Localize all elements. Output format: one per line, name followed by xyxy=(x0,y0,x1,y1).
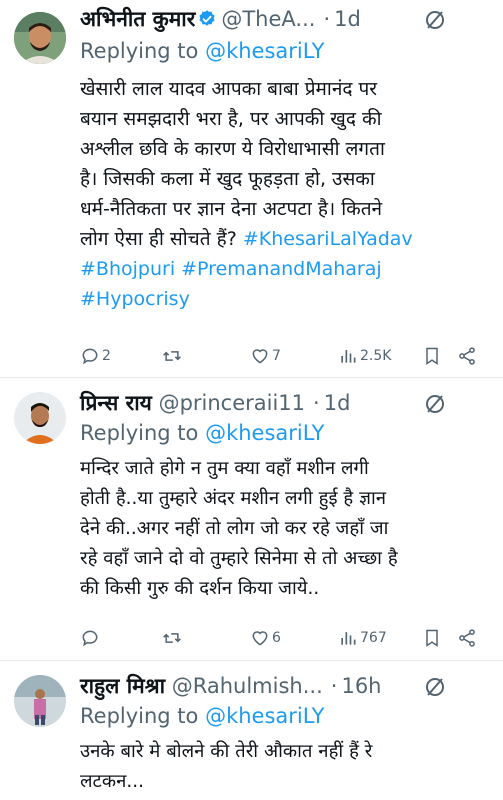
bookmark-icon xyxy=(426,629,438,647)
replying-to: Replying to @khesariLY xyxy=(80,36,325,66)
view-count: 2.5K xyxy=(360,348,392,364)
replying-to-mention[interactable]: @khesariLY xyxy=(205,39,324,63)
tweet-text-line: अश्लील छवि के कारण ये विरोधाभासी लगता xyxy=(80,138,385,160)
heart-icon xyxy=(252,631,268,646)
tweet-text: मन्दिर जाते होगे न तुम क्या वहाँ मशीन लग… xyxy=(80,454,492,604)
author-name[interactable]: अभिनीत कुमार xyxy=(80,7,195,31)
retweet-icon xyxy=(163,633,181,643)
like-button[interactable]: 6 xyxy=(250,626,281,650)
tweet-1[interactable]: अभिनीत कुमार @TheA... · 1d Replying to @khe… xyxy=(0,0,503,378)
hashtag-link[interactable]: #KhesariLalYadav xyxy=(243,228,413,250)
tweet-text-fragment: लोग ऐसा ही सोचते हैं? xyxy=(80,228,243,250)
tweet-time[interactable]: 1d xyxy=(324,391,351,415)
reply-icon xyxy=(82,630,98,647)
tweet-2[interactable]: प्रिन्स राय @princeraii11 · 1d Replying to… xyxy=(0,378,503,661)
avatar-image xyxy=(14,675,66,727)
tweet-text-line: लटकन... xyxy=(80,771,144,792)
tweet-text-line: है। जिसकी कला में खुद फूहड़ता हो, उसका xyxy=(80,168,375,190)
views-button[interactable]: 767 xyxy=(338,626,387,650)
view-count: 767 xyxy=(360,630,387,646)
grok-icon[interactable] xyxy=(423,392,447,416)
share-button[interactable] xyxy=(457,344,477,368)
author-handle[interactable]: @princeraii11 xyxy=(159,391,305,415)
retweet-button[interactable] xyxy=(162,344,184,368)
grok-icon[interactable] xyxy=(423,675,447,699)
tweet-time[interactable]: 1d xyxy=(334,7,361,31)
retweet-button[interactable] xyxy=(162,626,184,650)
tweet-text-line: रहे वहाँ जाने दो वो तुम्हारे सिनेमा से त… xyxy=(80,548,398,569)
like-count: 7 xyxy=(272,348,281,364)
replying-to-label: Replying to xyxy=(80,39,206,63)
author-name[interactable]: प्रिन्स राय xyxy=(80,391,152,415)
views-icon xyxy=(341,350,356,363)
tweet-text: उनके बारे मे बोलने की तेरी औकात नहीं हैं… xyxy=(80,737,492,797)
tweet-text-line: बयान समझदारी भरा है, पर आपकी खुद की xyxy=(80,108,382,130)
tweet-actions: 2 7 2.5K xyxy=(80,344,480,368)
replying-to-mention[interactable]: @khesariLY xyxy=(205,421,324,445)
share-button[interactable] xyxy=(457,626,477,650)
avatar-image xyxy=(14,392,66,444)
tweet-text-line: उनके बारे मे बोलने की तेरी औकात नहीं हैं… xyxy=(80,741,373,762)
avatar-image xyxy=(14,12,66,64)
tweet-text-line: धर्म-नैतिकता पर ज्ञान देना अटपटा है। कित… xyxy=(80,198,383,220)
retweet-icon xyxy=(163,351,181,361)
reply-button[interactable] xyxy=(80,626,102,650)
avatar[interactable] xyxy=(14,392,66,444)
heart-icon xyxy=(252,349,268,364)
avatar[interactable] xyxy=(14,12,66,64)
avatar[interactable] xyxy=(14,675,66,727)
tweet-time[interactable]: 16h xyxy=(341,674,381,698)
tweet-text-line: मन्दिर जाते होगे न तुम क्या वहाँ मशीन लग… xyxy=(80,458,369,479)
separator-dot: · xyxy=(313,391,320,415)
replying-to-label: Replying to xyxy=(80,704,206,728)
reply-count: 2 xyxy=(102,348,111,364)
hashtag-link[interactable]: #Hypocrisy xyxy=(80,288,190,310)
tweet-text-line: #Bhojpuri #PremanandMaharaj xyxy=(80,254,492,284)
tweet-actions: 6 767 xyxy=(80,626,480,650)
hashtag-link[interactable]: #PremanandMaharaj xyxy=(181,258,382,280)
replying-to-label: Replying to xyxy=(80,421,206,445)
share-icon xyxy=(459,347,475,365)
tweet-text-line: होती है..या तुम्हारे अंदर मशीन लगी हुई ह… xyxy=(80,488,387,509)
separator-dot: · xyxy=(323,7,331,31)
tweet-text-line: लोग ऐसा ही सोचते हैं? #KhesariLalYadav xyxy=(80,224,492,254)
replying-to: Replying to @khesariLY xyxy=(80,701,325,731)
author-name[interactable]: राहुल मिश्रा xyxy=(80,674,165,698)
author-handle[interactable]: @Rahulmish... xyxy=(172,674,323,698)
bookmark-button[interactable] xyxy=(422,344,442,368)
reply-icon xyxy=(82,348,98,365)
tweet-text-line: देने की..अगर नहीं तो लोग जो कर रहे जहाँ … xyxy=(80,518,389,539)
views-icon xyxy=(341,632,356,645)
like-count: 6 xyxy=(272,630,281,646)
tweet-text-line: #Hypocrisy xyxy=(80,284,492,314)
author-handle[interactable]: @TheA... xyxy=(221,7,315,31)
tweet-text-line: की किसी गुरु की दर्शन किया जाये.. xyxy=(80,578,320,599)
replying-to: Replying to @khesariLY xyxy=(80,418,325,448)
bookmark-icon xyxy=(426,347,438,365)
tweet-text: खेसारी लाल यादव आपका बाबा प्रेमानंद पर ब… xyxy=(80,74,492,314)
grok-icon[interactable] xyxy=(423,8,447,32)
separator-dot: · xyxy=(330,674,338,698)
replying-to-mention[interactable]: @khesariLY xyxy=(205,704,324,728)
hashtag-link[interactable]: #Bhojpuri xyxy=(80,258,175,280)
views-button[interactable]: 2.5K xyxy=(338,344,391,368)
tweet-3[interactable]: राहुल मिश्रा @Rahulmish... · 16h Replying … xyxy=(0,661,503,800)
bookmark-button[interactable] xyxy=(422,626,442,650)
like-button[interactable]: 7 xyxy=(250,344,281,368)
share-icon xyxy=(459,629,475,647)
tweet-text-line: खेसारी लाल यादव आपका बाबा प्रेमानंद पर xyxy=(80,78,378,100)
reply-button[interactable]: 2 xyxy=(80,344,111,368)
verified-badge-icon xyxy=(199,10,215,26)
